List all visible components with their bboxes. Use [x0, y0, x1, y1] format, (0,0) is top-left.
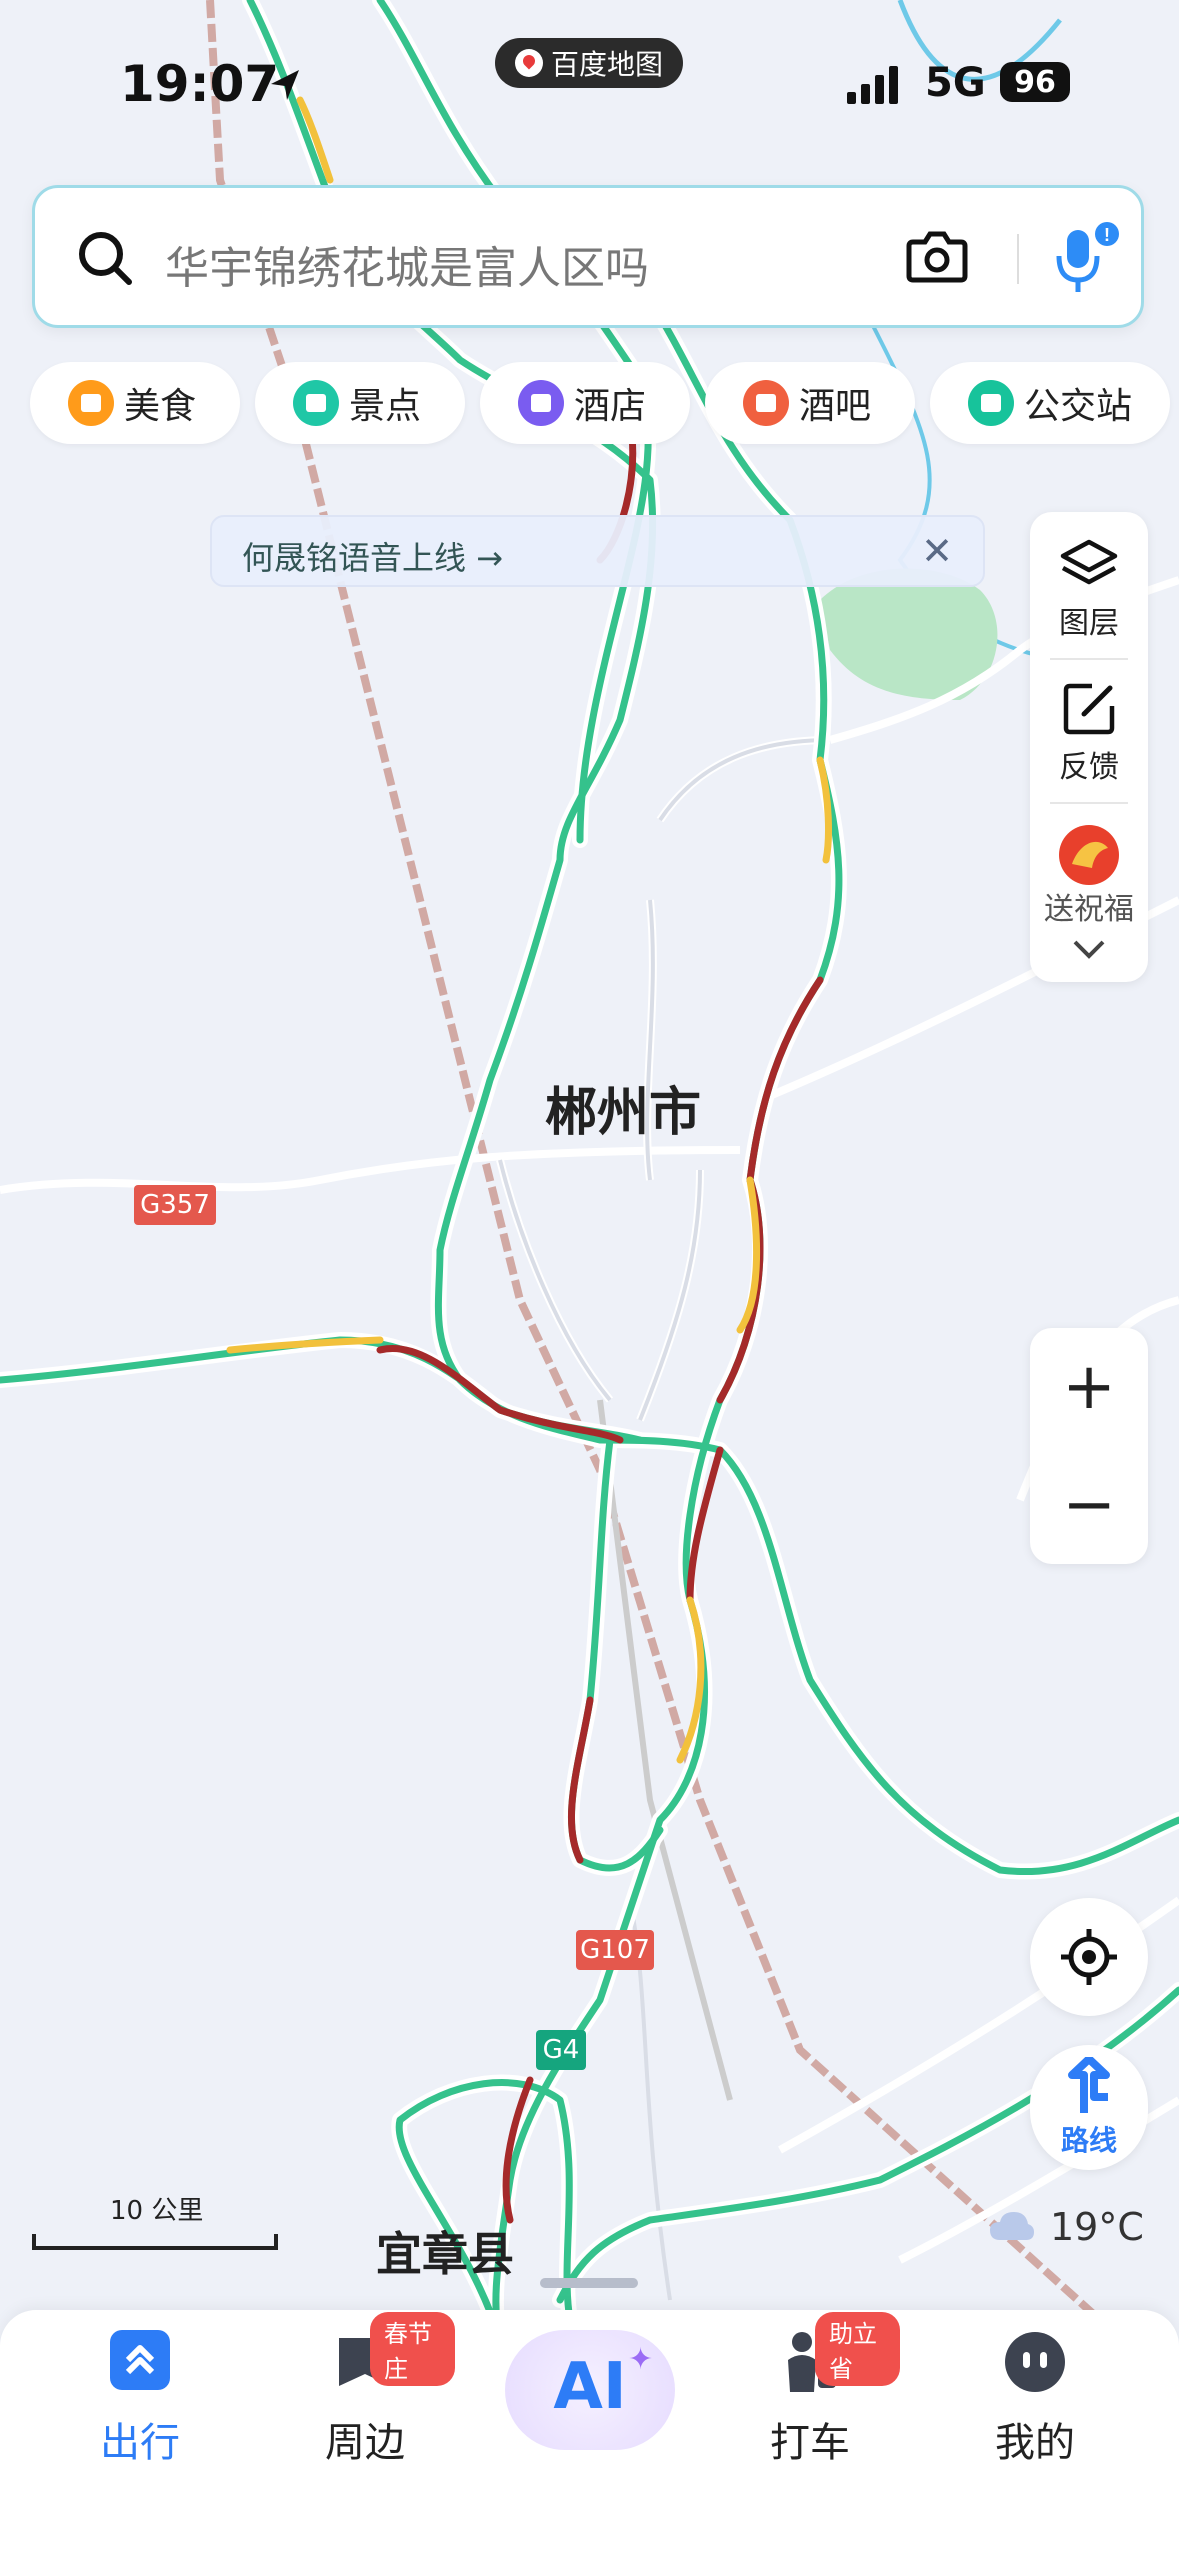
tab-taxi-label: 打车 [770, 2420, 850, 2466]
status-time: 19:07 [120, 55, 280, 113]
category-chips: 美食 景点 酒店 酒吧 公交站 [30, 362, 1179, 444]
weather-temp: 19°C [1050, 2205, 1144, 2249]
county-label: 宜章县 [376, 2227, 514, 2281]
voice-promo-banner[interactable]: 何晟铭语音上线 → ✕ [210, 515, 985, 587]
layers-label[interactable]: 图层 [1030, 598, 1148, 642]
signal-icon [847, 66, 898, 104]
blessing-horse-icon[interactable] [1054, 820, 1124, 890]
status-bar: 19:07 百度地图 5G 96 [0, 0, 1179, 175]
route-button[interactable]: 路线 [1030, 2045, 1148, 2170]
chip-scenic[interactable]: 景点 [255, 362, 465, 444]
tab-nearby[interactable]: 春节庄 周边 [275, 2310, 455, 2556]
feedback-label[interactable]: 反馈 [1030, 742, 1148, 786]
chevron-down-icon[interactable] [1071, 938, 1107, 960]
sparkle-icon: ✦ [628, 2342, 654, 2377]
baidu-map-logo-icon [514, 49, 543, 77]
drag-handle[interactable] [540, 2278, 638, 2288]
tab-travel[interactable]: 出行 [50, 2310, 230, 2556]
travel-icon [110, 2330, 170, 2390]
banner-text[interactable]: 何晟铭语音上线 → [242, 533, 503, 579]
crosshair-icon [1061, 1929, 1117, 1985]
cloud-icon [990, 2212, 1034, 2240]
search-divider [1017, 234, 1019, 284]
city-label: 郴州市 [545, 1083, 702, 1143]
close-icon[interactable]: ✕ [921, 529, 953, 573]
svg-text:!: ! [1104, 225, 1110, 245]
search-icon [79, 232, 132, 285]
tab-me[interactable]: 我的 [945, 2310, 1125, 2556]
road-shield-g357: G357 [134, 1185, 216, 1225]
tab-travel-label: 出行 [100, 2420, 180, 2466]
chip-bus-stop[interactable]: 公交站 [930, 362, 1170, 444]
profile-icon [1005, 2332, 1065, 2392]
zoom-out-button[interactable]: − [1030, 1446, 1148, 1564]
location-arrow-icon [271, 70, 299, 100]
bar-icon [743, 380, 789, 426]
tools-divider [1050, 802, 1128, 804]
microphone-icon[interactable]: ! [1045, 216, 1125, 300]
search-input[interactable]: 华宇锦绣花城是富人区吗 [165, 232, 649, 296]
blessing-label[interactable]: 送祝福 [1030, 884, 1148, 928]
tab-nearby-label: 周边 [325, 2420, 405, 2466]
feedback-icon[interactable] [1062, 680, 1118, 736]
tools-divider [1050, 658, 1128, 660]
chip-bar[interactable]: 酒吧 [705, 362, 915, 444]
tab-ai[interactable]: AI ✦ [500, 2310, 680, 2556]
scenic-icon [293, 380, 339, 426]
chip-hotel[interactable]: 酒店 [480, 362, 690, 444]
network-type: 5G [925, 60, 986, 106]
locate-button[interactable] [1030, 1898, 1148, 2016]
zoom-in-button[interactable]: + [1030, 1328, 1148, 1446]
tab-taxi[interactable]: 助立省 打车 [720, 2310, 900, 2556]
zoom-controls: + − [1030, 1328, 1148, 1564]
app-pill: 百度地图 [495, 38, 683, 88]
layers-icon[interactable] [1059, 538, 1119, 592]
scale-bar [32, 2234, 278, 2250]
bus-stop-icon [968, 380, 1014, 426]
tab-nearby-badge: 春节庄 [370, 2312, 455, 2386]
chip-food[interactable]: 美食 [30, 362, 240, 444]
tab-bar: 出行 春节庄 周边 AI ✦ 助立省 打车 我的 [0, 2310, 1179, 2556]
road-shield-g4: G4 [536, 2030, 586, 2070]
map-tools-panel: 图层 反馈 送祝福 [1030, 512, 1148, 982]
scale-label: 10 公里 [110, 2196, 204, 2226]
map-scale: 10 公里 [32, 2190, 282, 2250]
hotel-icon [518, 380, 564, 426]
tab-me-label: 我的 [995, 2420, 1075, 2466]
search-bar[interactable]: 华宇锦绣花城是富人区吗 ! [32, 185, 1144, 328]
camera-icon[interactable] [905, 226, 969, 286]
app-pill-label: 百度地图 [550, 48, 663, 81]
road-shield-g107: G107 [576, 1930, 654, 1970]
tab-taxi-badge: 助立省 [815, 2312, 900, 2386]
battery-indicator: 96 [1000, 62, 1070, 102]
food-icon [68, 380, 114, 426]
route-arrow-icon [1068, 2057, 1110, 2113]
route-label: 路线 [1060, 2124, 1117, 2157]
